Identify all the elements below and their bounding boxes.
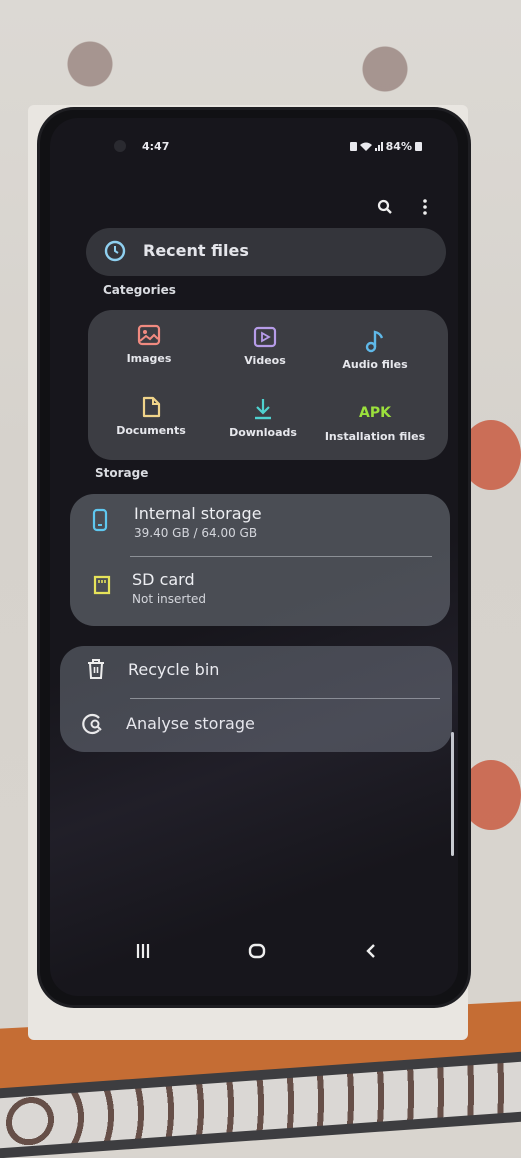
recent-files-button[interactable]: Recent files (86, 228, 446, 276)
search-icon (377, 199, 392, 214)
category-downloads[interactable]: Downloads (208, 396, 318, 439)
recents-button[interactable] (128, 936, 158, 966)
category-videos[interactable]: Videos (210, 324, 320, 367)
storage-card: Internal storage 39.40 GB / 64.00 GB SD … (70, 494, 450, 626)
more-vertical-icon (423, 199, 427, 215)
tools-card: Recycle bin Analyse storage (60, 646, 452, 752)
cloth-motif (350, 15, 420, 105)
analyse-storage-label: Analyse storage (126, 714, 255, 733)
category-label: Videos (244, 354, 286, 367)
category-label: Installation files (324, 430, 426, 443)
cloth-motif (461, 760, 521, 830)
home-button[interactable] (242, 936, 272, 966)
category-label: Audio files (342, 358, 408, 371)
signal-icon (374, 142, 383, 151)
music-note-icon (365, 330, 384, 353)
category-installation-files[interactable]: APK Installation files (320, 400, 430, 443)
sd-card-icon (93, 575, 111, 595)
category-audio[interactable]: Audio files (320, 328, 430, 371)
video-icon (253, 326, 277, 348)
internal-storage-item[interactable]: Internal storage 39.40 GB / 64.00 GB (70, 494, 450, 558)
search-button[interactable] (376, 198, 394, 216)
battery-percent: 84% (385, 140, 412, 153)
status-bar: 4:47 84% (50, 140, 458, 156)
category-images[interactable]: Images (94, 322, 204, 365)
divider (130, 556, 432, 557)
phone-icon (92, 508, 108, 532)
sd-card-title: SD card (132, 570, 195, 589)
cloth-motif (55, 10, 125, 100)
recycle-bin-item[interactable]: Recycle bin (60, 646, 452, 698)
back-button[interactable] (356, 936, 386, 966)
cloth-motif (461, 420, 521, 490)
image-icon (137, 324, 161, 346)
internal-storage-title: Internal storage (134, 504, 262, 523)
home-icon (248, 943, 266, 959)
recycle-bin-label: Recycle bin (128, 660, 220, 679)
category-label: Downloads (229, 426, 297, 439)
apk-icon: APK (359, 405, 391, 421)
status-time: 4:47 (142, 140, 170, 153)
phone-screen: 4:47 84% Recent files Categories Images … (50, 118, 458, 996)
internal-storage-usage: 39.40 GB / 64.00 GB (134, 526, 258, 540)
categories-heading: Categories (103, 283, 176, 297)
recent-files-label: Recent files (143, 241, 249, 260)
sd-card-status: Not inserted (132, 592, 207, 606)
categories-card: Images Videos Audio files Documents Down… (88, 310, 448, 460)
sd-card-item[interactable]: SD card Not inserted (70, 558, 450, 626)
sim-icon (349, 142, 357, 151)
back-icon (366, 944, 375, 958)
document-icon (142, 396, 161, 418)
analyse-storage-item[interactable]: Analyse storage (60, 700, 452, 752)
category-documents[interactable]: Documents (96, 394, 206, 437)
category-label: Images (126, 352, 172, 365)
clock-icon (104, 240, 126, 262)
trash-icon (88, 659, 104, 679)
more-options-button[interactable] (416, 198, 434, 216)
category-label: Documents (116, 424, 186, 437)
divider (130, 698, 440, 699)
storage-heading: Storage (95, 466, 149, 480)
scrollbar[interactable] (451, 732, 454, 856)
analyse-storage-icon (82, 713, 102, 735)
battery-icon (415, 142, 422, 151)
recents-icon (136, 944, 150, 958)
wifi-icon (359, 142, 372, 151)
navigation-bar (50, 936, 458, 966)
download-icon (255, 399, 271, 420)
